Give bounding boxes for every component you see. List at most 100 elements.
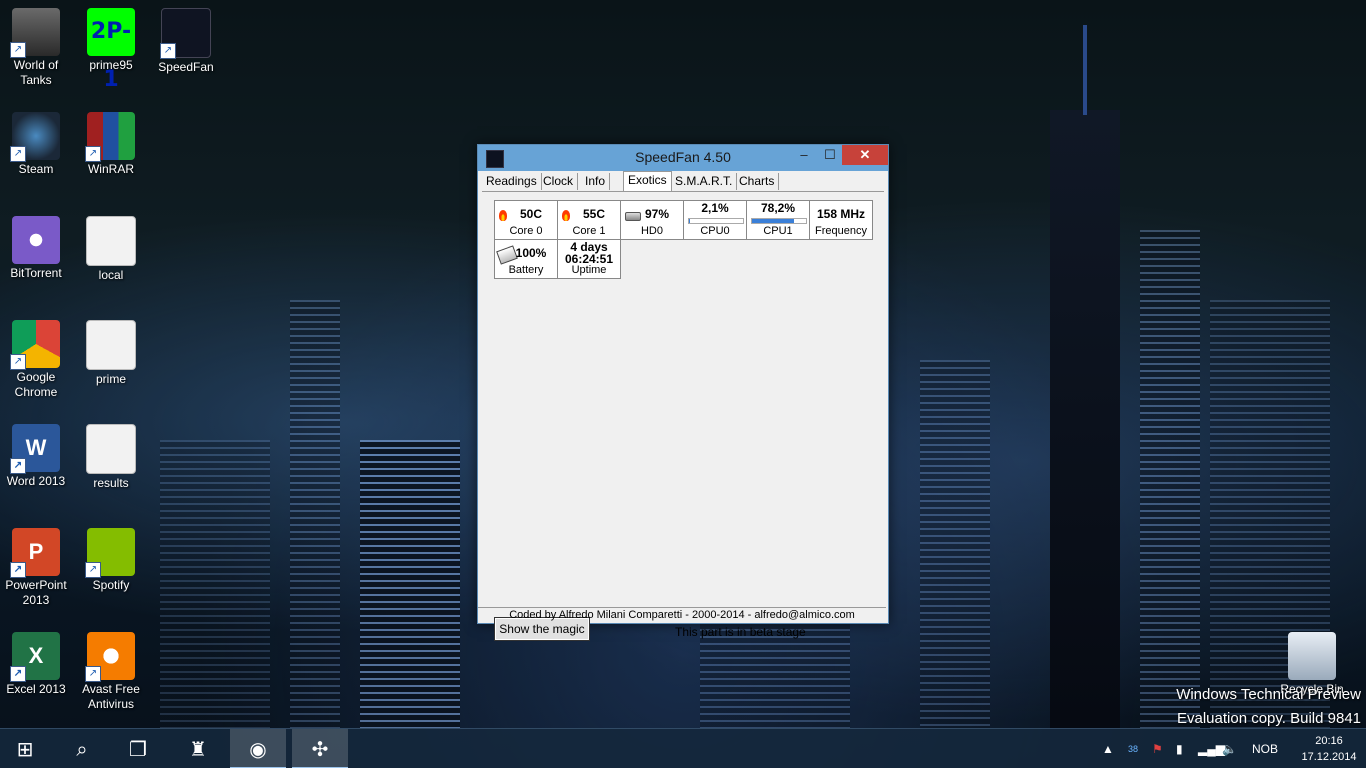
tab-charts[interactable]: Charts [735, 173, 780, 190]
watermark-line2: Evaluation copy. Build 9841 [1176, 710, 1361, 727]
minimize-button[interactable]: – [790, 145, 818, 165]
windows-logo-icon: ⊞ [16, 737, 34, 761]
desktop-icon-label: SpeedFan [158, 60, 214, 74]
sensor-value: 78,2% [760, 201, 796, 215]
sensor-value: 100% [515, 246, 547, 260]
status-bar: Coded by Alfredo Milani Comparetti - 200… [478, 607, 886, 622]
powerpoint-icon: P ↗ [10, 528, 60, 578]
excel-icon: X ↗ [10, 632, 60, 682]
start-button[interactable]: ⊞ [0, 729, 50, 768]
chrome-icon: ◉ [249, 737, 267, 761]
shortcut-arrow-icon: ↗ [85, 562, 101, 578]
desktop-icon-label: results [93, 476, 129, 490]
tab-info[interactable]: Info [581, 173, 611, 190]
desktop-icon-label: World of Tanks [13, 58, 59, 87]
title-bar[interactable]: SpeedFan 4.50 – ☐ ✕ [478, 145, 888, 171]
clock-date: 17.12.2014 [1301, 751, 1357, 763]
spotify-icon: ↗ [85, 528, 135, 578]
search-icon: ⌕ [76, 737, 88, 761]
task-view-icon: ❐ [129, 737, 147, 761]
taskbar-world-of-tanks[interactable]: ♜ [170, 729, 226, 768]
sensor-label: Frequency [815, 225, 867, 237]
sensor-frequency: 158 MHz Frequency [809, 200, 873, 240]
shortcut-arrow-icon: ↗ [10, 458, 26, 474]
sensor-uptime: 4 days 06:24:51 Uptime [557, 239, 621, 279]
maximize-button[interactable]: ☐ [816, 145, 844, 165]
task-view-button[interactable]: ❐ [110, 729, 166, 768]
desktop-icon-results[interactable]: results [75, 424, 147, 491]
taskbar-speedfan[interactable]: ✣ [292, 729, 348, 768]
desktop-icon-label: local [98, 268, 124, 282]
clock[interactable]: 20:16 17.12.2014 [1296, 733, 1362, 765]
cpu-usage-bar [751, 218, 807, 224]
desktop-icon-steam[interactable]: ↗ Steam [0, 112, 72, 177]
chrome-icon: ↗ [10, 320, 60, 370]
bittorrent-icon [12, 216, 60, 264]
sensor-label: Uptime [571, 264, 607, 276]
exotics-panel: 50C Core 0 55C Core 1 97% HD0 2,1% CPU0 … [482, 191, 884, 641]
taskbar-chrome[interactable]: ◉ [230, 729, 286, 768]
cpu-usage-bar [688, 218, 744, 224]
sensor-value: 158 MHz [816, 207, 866, 221]
winrar-icon: ↗ [85, 112, 135, 162]
desktop-icon-label: PowerPoint 2013 [5, 578, 67, 607]
sensor-label: Core 0 [509, 225, 543, 237]
close-button[interactable]: ✕ [842, 145, 888, 165]
sensor-label: Battery [508, 264, 544, 276]
recycle-bin-icon [1288, 632, 1336, 680]
desktop-icon-avast[interactable]: ↗ Avast Free Antivirus [75, 632, 147, 712]
desktop-icon-bittorrent[interactable]: BitTorrent [0, 216, 72, 281]
desktop-icon-speedfan[interactable]: ↗ SpeedFan [150, 8, 222, 75]
sensor-value: 2,1% [701, 201, 729, 215]
desktop-icon-label: WinRAR [87, 162, 134, 176]
text-file-icon [86, 320, 136, 370]
network-icon[interactable]: ▂▄▆ [1198, 729, 1225, 768]
action-center-icon[interactable]: ⚑ [1152, 729, 1163, 768]
tab-exotics[interactable]: Exotics [623, 171, 672, 191]
desktop-icon-spotify[interactable]: ↗ Spotify [75, 528, 147, 593]
world-of-tanks-icon: ↗ [10, 8, 60, 58]
tab-smart[interactable]: S.M.A.R.T. [671, 173, 738, 190]
tab-clock[interactable]: Clock [539, 173, 579, 190]
language-indicator[interactable]: NOB [1252, 729, 1278, 768]
volume-icon[interactable]: 🔈 [1222, 729, 1237, 768]
steam-icon: ↗ [10, 112, 60, 162]
powerpoint-glyph-text: P [28, 539, 44, 564]
tray-badge[interactable]: 38 [1128, 729, 1138, 768]
desktop-icon-winrar[interactable]: ↗ WinRAR [75, 112, 147, 177]
sensor-value: 55C [582, 207, 605, 221]
tab-readings[interactable]: Readings [482, 173, 542, 190]
sensor-label: CPU0 [700, 225, 730, 237]
desktop-icon-label: Avast Free Antivirus [82, 682, 140, 711]
search-button[interactable]: ⌕ [54, 729, 110, 768]
world-of-tanks-icon: ♜ [189, 737, 207, 761]
sensor-core1: 55C Core 1 [557, 200, 621, 240]
desktop-icon-prime95[interactable]: 2P-1 prime95 [75, 8, 147, 92]
text-file-icon [86, 216, 136, 266]
word-icon: W ↗ [10, 424, 60, 474]
sensor-label: HD0 [640, 225, 663, 237]
shortcut-arrow-icon: ↗ [85, 146, 101, 162]
desktop-icon-google-chrome[interactable]: ↗ Google Chrome [0, 320, 72, 400]
desktop-icon-world-of-tanks[interactable]: ↗ World of Tanks [0, 8, 72, 88]
desktop-icon-label: Steam [18, 162, 54, 176]
avast-icon: ↗ [85, 632, 135, 682]
speedfan-window: SpeedFan 4.50 – ☐ ✕ Readings Clock Info … [477, 144, 889, 641]
desktop-icon-powerpoint-2013[interactable]: P ↗ PowerPoint 2013 [0, 528, 72, 608]
sensor-label: CPU1 [763, 225, 793, 237]
desktop-icon-excel-2013[interactable]: X ↗ Excel 2013 [0, 632, 72, 697]
desktop-icon-label: BitTorrent [10, 266, 62, 280]
desktop-icon-local[interactable]: local [75, 216, 147, 283]
desktop-icon-prime[interactable]: prime [75, 320, 147, 387]
shortcut-arrow-icon: ↗ [85, 666, 101, 682]
beta-note: This part is in beta stage [675, 625, 806, 639]
battery-tray-icon[interactable]: ▮ [1176, 729, 1183, 768]
tray-chevron-icon[interactable]: ▲ [1102, 729, 1114, 768]
excel-glyph-text: X [28, 643, 44, 668]
desktop-icon-label: prime [95, 372, 126, 386]
sensor-value: 97% [644, 207, 670, 221]
desktop-icon-word-2013[interactable]: W ↗ Word 2013 [0, 424, 72, 489]
prime95-icon: 2P-1 [87, 8, 135, 92]
sensor-cpu0: 2,1% CPU0 [683, 200, 747, 240]
sensor-cpu1: 78,2% CPU1 [746, 200, 810, 240]
